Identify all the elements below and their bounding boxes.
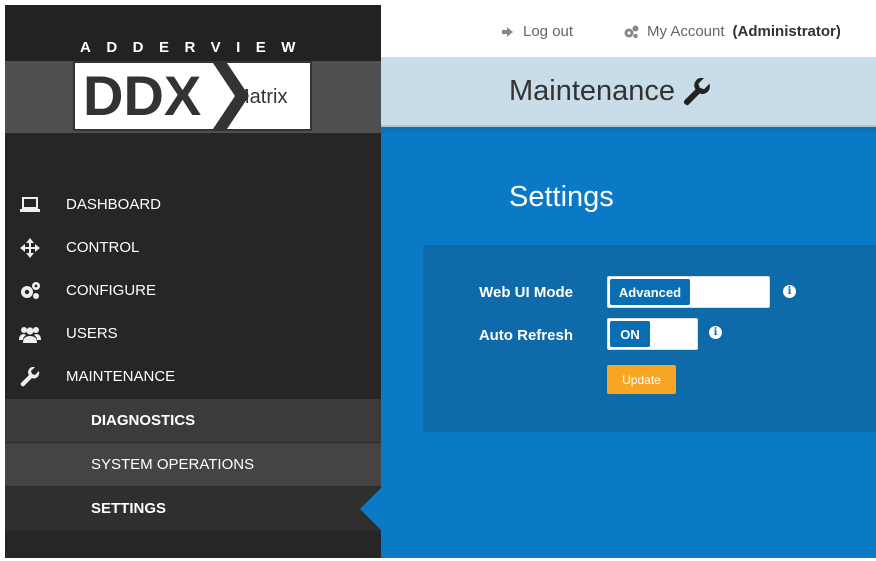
web-ui-mode-label: Web UI Mode: [479, 284, 573, 301]
active-indicator: [360, 487, 382, 531]
brand-name: ADDERVIEW: [80, 39, 311, 56]
logout-icon: [502, 26, 513, 37]
main-content: Settings Web UI Mode Advanced i Auto Ref…: [381, 127, 876, 558]
move-arrows-icon: [19, 237, 41, 259]
logo-band: DDX Matrix: [5, 61, 381, 133]
sidebar-item-users[interactable]: USERS: [5, 312, 381, 355]
auto-refresh-label: Auto Refresh: [478, 327, 573, 344]
sidebar-item-label: MAINTENANCE: [66, 368, 176, 385]
wrench-icon: [684, 77, 710, 105]
sidebar-subitem-diagnostics[interactable]: DIAGNOSTICS: [5, 399, 381, 443]
top-bar: Log out My Account (Administrator): [381, 5, 876, 57]
gears-icon: [19, 280, 41, 302]
ddx-matrix-logo: DDX Matrix: [73, 61, 312, 131]
sidebar-item-label: CONFIGURE: [66, 282, 156, 299]
auto-refresh-value: ON: [610, 321, 650, 347]
web-ui-mode-value: Advanced: [610, 279, 690, 305]
logo-subtext: Matrix: [233, 86, 288, 108]
sidebar-item-label: DASHBOARD: [66, 196, 162, 213]
logout-link[interactable]: Log out: [502, 23, 573, 40]
page-title-text: Maintenance: [509, 75, 676, 107]
brand-header: ADDERVIEW: [5, 5, 381, 61]
web-ui-mode-toggle[interactable]: Advanced: [607, 276, 770, 308]
sidebar-item-configure[interactable]: CONFIGURE: [5, 269, 381, 312]
section-title: Settings: [509, 181, 614, 213]
update-button[interactable]: Update: [607, 365, 676, 394]
page-title: Maintenance: [509, 75, 711, 108]
sidebar: ADDERVIEW DDX Matrix DASHBOARD CONTROL C…: [5, 5, 382, 558]
account-role: (Administrator): [732, 23, 841, 40]
sidebar-item-dashboard[interactable]: DASHBOARD: [5, 183, 381, 226]
laptop-icon: [19, 194, 41, 216]
account-label: My Account: [647, 23, 725, 40]
sidebar-item-label: CONTROL: [66, 239, 140, 256]
users-icon: [19, 323, 41, 345]
sidebar-nav: DASHBOARD CONTROL CONFIGURE USERS MAINTE…: [5, 183, 382, 531]
auto-refresh-toggle[interactable]: ON: [607, 318, 698, 350]
logout-label: Log out: [523, 23, 574, 40]
info-icon[interactable]: i: [709, 326, 722, 339]
logo-text: DDX: [83, 64, 202, 127]
sidebar-subitem-settings[interactable]: SETTINGS: [5, 487, 382, 531]
sidebar-subitem-system-operations[interactable]: SYSTEM OPERATIONS: [5, 443, 381, 487]
divider: [381, 127, 876, 135]
info-icon[interactable]: i: [783, 285, 796, 298]
sidebar-item-label: USERS: [66, 325, 118, 342]
my-account-link[interactable]: My Account (Administrator): [623, 23, 841, 40]
sidebar-item-maintenance[interactable]: MAINTENANCE: [5, 355, 381, 398]
sidebar-subitem-label: SYSTEM OPERATIONS: [91, 456, 255, 473]
title-band: Maintenance: [381, 57, 876, 127]
sidebar-subitem-label: DIAGNOSTICS: [91, 412, 196, 429]
settings-panel: Web UI Mode Advanced i Auto Refresh ON i…: [423, 245, 876, 432]
gears-icon: [624, 25, 639, 38]
sidebar-item-control[interactable]: CONTROL: [5, 226, 381, 269]
sidebar-subitem-label: SETTINGS: [91, 500, 167, 517]
wrench-icon: [19, 366, 41, 388]
